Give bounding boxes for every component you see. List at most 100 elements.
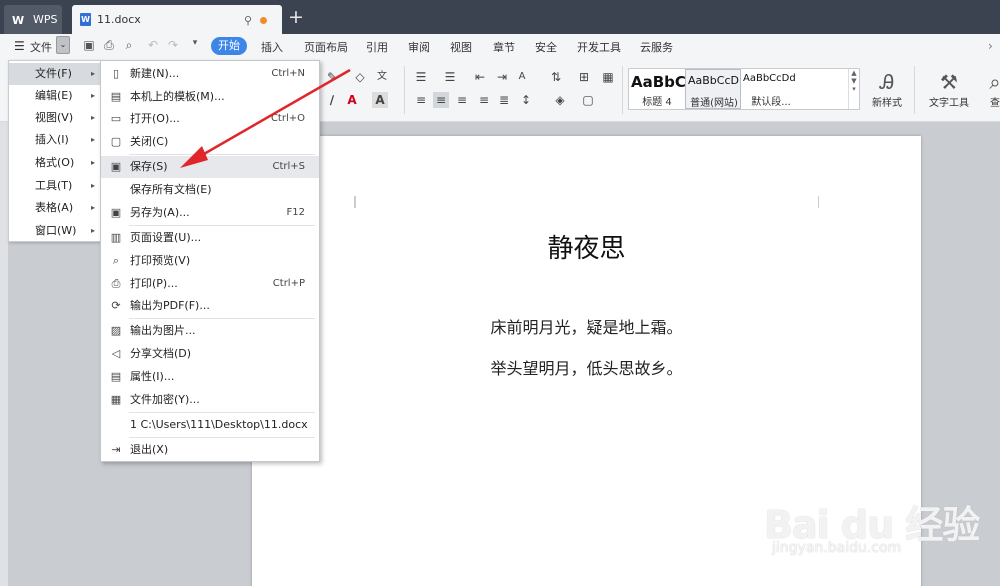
chevron-right-icon: ▸ <box>90 158 95 167</box>
chinese-layout-icon[interactable]: A <box>514 69 530 85</box>
document-title[interactable]: 静夜思 <box>252 228 921 265</box>
menu-item-export-image[interactable]: ▨ 输出为图片... <box>101 320 319 342</box>
menu-label: 保存所有文档(E) <box>130 183 212 196</box>
submenu-item-view[interactable]: 视图(V) ▸ <box>9 107 101 129</box>
menu-item-save-all[interactable]: 保存所有文档(E) <box>101 179 319 201</box>
distribute-icon[interactable]: ≣ <box>496 92 512 108</box>
decrease-indent-icon[interactable]: ⇤ <box>472 69 488 85</box>
style-normal-web[interactable]: AaBbCcD 普通(网站) <box>685 69 741 109</box>
hamburger-icon[interactable]: ☰ <box>14 39 25 53</box>
menu-item-exit[interactable]: ⇥ 退出(X) <box>101 439 319 461</box>
chevron-right-icon: ▸ <box>90 203 95 212</box>
tab-references[interactable]: 引用 <box>366 39 388 55</box>
text-tools-label: 文字工具 <box>929 98 969 109</box>
print-preview-icon[interactable]: ⌕ <box>121 38 137 53</box>
pdf-icon: ⟳ <box>111 299 121 312</box>
phonetic-guide-icon[interactable]: 文 <box>374 69 390 85</box>
pin-icon[interactable]: ⚲ <box>244 14 252 27</box>
tab-review[interactable]: 审阅 <box>408 39 430 55</box>
new-style-button[interactable]: Ꭿ 新样式 <box>864 70 910 109</box>
tab-view[interactable]: 视图 <box>450 39 472 55</box>
tab-security[interactable]: 安全 <box>535 39 557 55</box>
divider <box>129 318 315 319</box>
tab-document[interactable]: W 11.docx ⚲ <box>72 5 282 34</box>
submenu-item-edit[interactable]: 编辑(E) ▸ <box>9 85 101 107</box>
submenu-item-window[interactable]: 窗口(W) ▸ <box>9 220 101 242</box>
menu-item-properties[interactable]: ▤ 属性(I)... <box>101 366 319 388</box>
menu-item-page-setup[interactable]: ▥ 页面设置(U)... <box>101 227 319 249</box>
print-icon: ⎙ <box>111 277 121 290</box>
style-heading4[interactable]: AaBbC 标题 4 <box>629 69 685 109</box>
shortcut: F12 <box>286 207 305 218</box>
new-tab-button[interactable]: + <box>287 6 305 28</box>
submenu-item-file[interactable]: 文件(F) ▸ <box>9 63 101 85</box>
menu-item-recent-file[interactable]: 1 C:\Users\111\Desktop\11.docx <box>101 414 319 436</box>
menu-label: 打印(P)... <box>130 277 178 290</box>
tab-wps-label: WPS <box>33 13 58 26</box>
customize-qat-icon[interactable]: ▾ <box>187 38 203 48</box>
template-icon: ▤ <box>110 90 122 103</box>
tab-cloud-service[interactable]: 云服务 <box>640 39 673 55</box>
menu-item-share[interactable]: ◁ 分享文档(D) <box>101 343 319 365</box>
style-default-paragraph[interactable]: AaBbCcDd 默认段... <box>741 69 841 109</box>
submenu-label: 插入(I) <box>35 133 69 146</box>
menu-item-print[interactable]: ⎙ 打印(P)... Ctrl+P <box>101 273 319 295</box>
properties-icon: ▤ <box>110 370 122 383</box>
print-preview-icon: ⌕ <box>112 254 120 267</box>
menu-item-encrypt[interactable]: ▦ 文件加密(Y)... <box>101 389 319 411</box>
style-sample: AaBbCcD <box>688 74 739 87</box>
chevron-right-icon: ▸ <box>90 226 95 235</box>
borders-icon[interactable]: ▢ <box>580 92 596 108</box>
menu-item-print-preview[interactable]: ⌕ 打印预览(V) <box>101 250 319 272</box>
divider <box>622 66 623 114</box>
tab-insert[interactable]: 插入 <box>261 39 283 55</box>
wps-logo-icon: W <box>12 13 25 27</box>
bullets-icon[interactable]: ☰ <box>413 69 429 85</box>
submenu-item-format[interactable]: 格式(O) ▸ <box>9 152 101 174</box>
chevron-right-icon[interactable]: › <box>988 39 993 53</box>
tab-page-layout[interactable]: 页面布局 <box>304 39 348 55</box>
submenu-label: 视图(V) <box>35 111 74 124</box>
menu-label: 另存为(A)... <box>130 206 190 219</box>
table-icon[interactable]: ▦ <box>600 69 616 85</box>
line-spacing-icon[interactable]: ↕ <box>518 92 534 108</box>
sort-icon[interactable]: ⇅ <box>548 69 564 85</box>
style-gallery-scroll[interactable]: ▲ ▼ ▾ <box>848 69 859 109</box>
poem-line-2[interactable]: 举头望明月，低头思故乡。 <box>252 355 921 379</box>
redo-icon[interactable]: ↷ <box>165 38 181 52</box>
numbering-icon[interactable]: ☰ <box>442 69 458 85</box>
menu-item-export-pdf[interactable]: ⟳ 输出为PDF(F)... <box>101 295 319 317</box>
menu-label: 输出为PDF(F)... <box>130 299 210 312</box>
tab-wps-home[interactable]: W WPS <box>4 5 62 34</box>
submenu-item-table[interactable]: 表格(A) ▸ <box>9 197 101 219</box>
submenu-item-tools[interactable]: 工具(T) ▸ <box>9 175 101 197</box>
style-sample: AaBbC <box>631 73 685 91</box>
tab-section[interactable]: 章节 <box>493 39 515 55</box>
show-marks-icon[interactable]: ⊞ <box>576 69 592 85</box>
justify-icon[interactable]: ≡ <box>476 92 492 108</box>
file-menu-dropdown-button[interactable]: ⌄ <box>56 36 70 54</box>
print-icon[interactable]: ⎙ <box>101 38 117 53</box>
align-left-icon[interactable]: ≡ <box>413 92 429 108</box>
open-folder-icon: ▭ <box>110 112 122 125</box>
tab-developer[interactable]: 开发工具 <box>577 39 621 55</box>
menu-item-save-as[interactable]: ▣ 另存为(A)... F12 <box>101 202 319 224</box>
char-shading-icon[interactable]: A <box>372 92 388 108</box>
tab-home[interactable]: 开始 <box>211 37 247 55</box>
submenu-item-insert[interactable]: 插入(I) ▸ <box>9 129 101 151</box>
shading-icon[interactable]: ◈ <box>552 92 568 108</box>
menu-label: 输出为图片... <box>130 324 196 337</box>
align-center-icon[interactable]: ≡ <box>433 92 449 108</box>
divider <box>914 66 915 114</box>
menu-label: 文件加密(Y)... <box>130 393 200 406</box>
find-button[interactable]: ⌕ 查 <box>988 70 1000 109</box>
increase-indent-icon[interactable]: ⇥ <box>494 69 510 85</box>
divider <box>129 225 315 226</box>
save-icon[interactable]: ▣ <box>81 38 97 52</box>
poem-line-1[interactable]: 床前明月光，疑是地上霜。 <box>252 314 921 338</box>
text-tools-button[interactable]: ⚒ 文字工具 <box>920 70 978 109</box>
align-right-icon[interactable]: ≡ <box>454 92 470 108</box>
file-menu-button[interactable]: 文件 <box>30 39 52 55</box>
undo-icon[interactable]: ↶ <box>145 38 161 52</box>
divider <box>404 66 405 114</box>
